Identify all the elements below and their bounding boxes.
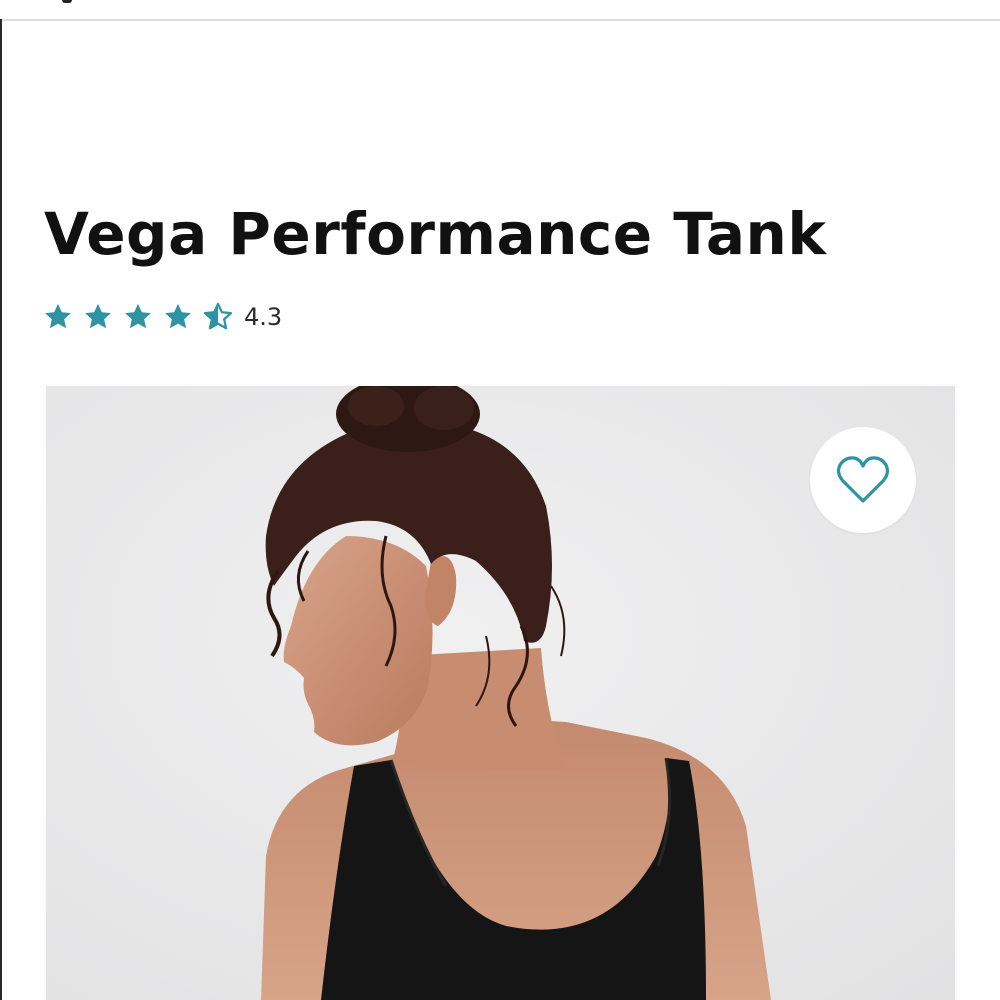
rating-value: 4.3: [244, 303, 283, 331]
product-rating[interactable]: 4.3: [42, 299, 282, 335]
product-page: Vega Performance Tank 4.3: [0, 0, 1000, 1000]
header-bar: [0, 0, 1000, 21]
star-filled-icon: [125, 303, 151, 329]
product-title: Vega Performance Tank: [44, 200, 827, 268]
star-filled-icon: [165, 303, 191, 329]
star-filled-icon: [45, 303, 71, 329]
heart-icon: [836, 456, 890, 503]
header-logo-fragment: [62, 0, 72, 3]
star-half-icon: [203, 302, 233, 330]
page-edge-divider: [0, 19, 2, 1000]
star-filled-icon: [85, 303, 111, 329]
favorite-button[interactable]: [810, 427, 916, 533]
